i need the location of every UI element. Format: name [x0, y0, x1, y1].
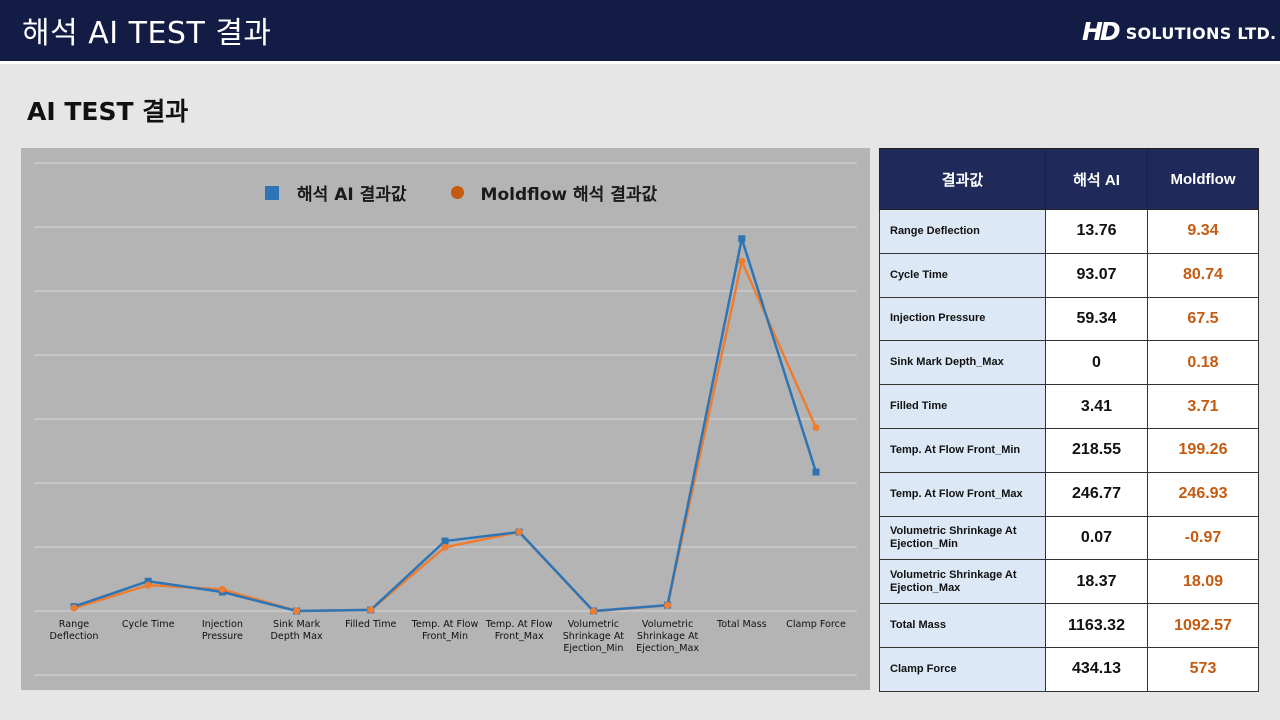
table-row: Cycle Time 93.07 80.74 — [879, 252, 1259, 298]
table-row: Volumetric Shrinkage At Ejection_Min 0.07… — [879, 515, 1259, 561]
header-moldflow: Moldflow — [1147, 148, 1259, 210]
row-name-cell: Injection Pressure — [879, 296, 1046, 342]
row-name-cell: Volumetric Shrinkage At Ejection_Min — [879, 515, 1046, 561]
data-point-series-1 — [144, 581, 152, 589]
data-point-series-1 — [515, 528, 523, 536]
legend-label-ai: 해석 AI 결과값 — [297, 185, 407, 205]
x-tick-label: Volumetric Shrinkage At Ejection_Min — [562, 619, 625, 654]
data-point-series-1 — [664, 601, 672, 609]
data-point-series-1 — [738, 257, 746, 265]
x-tick-label: Filled Time — [345, 619, 397, 630]
row-name-cell: Temp. At Flow Front_Min — [879, 427, 1046, 473]
row-moldflow-value: 1092.57 — [1147, 603, 1259, 648]
row-name-cell: Range Deflection — [879, 209, 1046, 254]
table-row: Volumetric Shrinkage At Ejection_Max 18.3… — [879, 559, 1259, 605]
row-moldflow-value: 67.5 — [1147, 296, 1259, 342]
row-ai-value: 18.37 — [1045, 559, 1148, 605]
header-divider — [0, 61, 1280, 64]
comparison-chart: 해석 AI 결과값 Moldflow 해석 결과값 Range Deflectio… — [21, 148, 870, 690]
row-ai-value: 434.13 — [1045, 646, 1148, 692]
data-point-series-1 — [293, 607, 301, 615]
x-tick-label: Range Deflection — [49, 619, 99, 642]
row-moldflow-value: 9.34 — [1147, 209, 1259, 254]
row-name-cell: Total Mass — [879, 603, 1046, 648]
logo-text: SOLUTIONS LTD. — [1125, 24, 1277, 43]
table-row: Injection Pressure 59.34 67.5 — [879, 296, 1259, 342]
x-tick-label: Injection Pressure — [201, 619, 243, 642]
data-point-series-1 — [367, 606, 375, 614]
data-point-series-1 — [218, 585, 226, 593]
x-tick-label: Volumetric Shrinkage At Ejection_Max — [636, 619, 700, 654]
row-moldflow-value: 573 — [1147, 646, 1259, 692]
row-ai-value: 13.76 — [1045, 209, 1148, 254]
row-name-cell: Clamp Force — [879, 646, 1046, 692]
table-row: Temp. At Flow Front_Min 218.55 199.26 — [879, 427, 1259, 473]
row-name-cell: Cycle Time — [879, 252, 1046, 298]
data-point-series-0 — [812, 468, 820, 476]
table-row: Range Deflection 13.76 9.34 — [879, 209, 1259, 254]
row-moldflow-value: 0.18 — [1147, 340, 1259, 386]
header-result-name: 결과값 — [879, 148, 1046, 210]
row-moldflow-value: 18.09 — [1147, 559, 1259, 605]
table-row: Temp. At Flow Front_Max 246.77 246.93 — [879, 471, 1259, 517]
chart-legend: 해석 AI 결과값 Moldflow 해석 결과값 — [265, 180, 701, 205]
row-ai-value: 218.55 — [1045, 427, 1148, 473]
row-ai-value: 59.34 — [1045, 296, 1148, 342]
x-tick-label: Temp. At Flow Front_Max — [485, 619, 553, 642]
row-ai-value: 1163.32 — [1045, 603, 1148, 648]
data-point-series-1 — [589, 607, 597, 615]
row-name-cell: Sink Mark Depth_Max — [879, 340, 1046, 386]
data-point-series-0 — [738, 235, 746, 243]
x-tick-label: Total Mass — [716, 619, 767, 630]
legend-circle-marker — [450, 186, 464, 199]
company-logo: HD SOLUTIONS LTD. — [1082, 16, 1276, 46]
row-ai-value: 0.07 — [1045, 515, 1148, 561]
row-name-cell: Filled Time — [879, 384, 1046, 429]
legend-square-marker — [265, 185, 279, 200]
header-title: 해석 AI TEST 결과 — [22, 16, 272, 51]
legend-label-moldflow: Moldflow 해석 결과값 — [480, 185, 658, 205]
row-moldflow-value: -0.97 — [1147, 515, 1259, 561]
page-title: AI TEST 결과 — [27, 97, 189, 126]
results-table: 결과값 해석 AI Moldflow Range Deflection 13.76… — [879, 148, 1259, 692]
x-tick-label: Sink Mark Depth Max — [270, 619, 323, 642]
table-row: Total Mass 1163.32 1092.57 — [879, 603, 1259, 648]
data-point-series-0 — [441, 537, 449, 545]
x-tick-label: Temp. At Flow Front_Min — [411, 619, 479, 642]
x-tick-label: Cycle Time — [121, 619, 175, 630]
row-ai-value: 246.77 — [1045, 471, 1148, 517]
table-row: Filled Time 3.41 3.71 — [879, 384, 1259, 429]
x-tick-label: Clamp Force — [786, 619, 846, 630]
data-point-series-1 — [441, 543, 449, 551]
row-moldflow-value: 3.71 — [1147, 384, 1259, 429]
data-point-series-1 — [70, 604, 78, 612]
row-name-cell: Volumetric Shrinkage At Ejection_Max — [879, 559, 1046, 605]
table-row: Sink Mark Depth_Max 0 0.18 — [879, 340, 1259, 386]
chart-plot — [34, 162, 857, 676]
row-moldflow-value: 80.74 — [1147, 252, 1259, 298]
logo-mark: HD — [1082, 16, 1121, 46]
row-ai-value: 3.41 — [1045, 384, 1148, 429]
row-moldflow-value: 246.93 — [1147, 471, 1259, 517]
row-ai-value: 0 — [1045, 340, 1148, 386]
series-line-0 — [73, 237, 818, 613]
row-moldflow-value: 199.26 — [1147, 427, 1259, 473]
header-bar: 해석 AI TEST 결과 HD SOLUTIONS LTD. — [0, 0, 1280, 61]
row-name-cell: Temp. At Flow Front_Max — [879, 471, 1046, 517]
legend-item-moldflow: Moldflow 해석 결과값 — [450, 180, 658, 205]
series-line-1 — [73, 260, 818, 613]
table-body: Range Deflection 13.76 9.34 Cycle Time 93.07… — [879, 209, 1259, 692]
table-row: Clamp Force 434.13 573 — [879, 646, 1259, 692]
data-point-series-1 — [812, 424, 820, 432]
table-header-row: 결과값 해석 AI Moldflow — [879, 148, 1259, 210]
row-ai-value: 93.07 — [1045, 252, 1148, 298]
header-ai: 해석 AI — [1045, 148, 1148, 210]
legend-item-ai: 해석 AI 결과값 — [265, 180, 407, 205]
